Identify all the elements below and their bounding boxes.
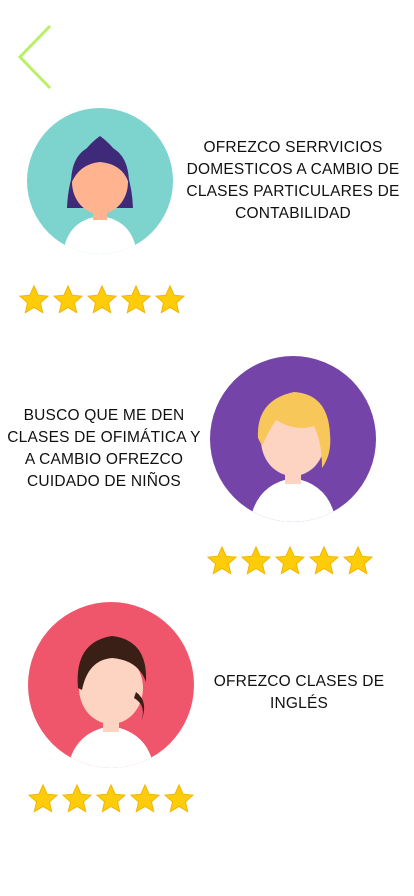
offer-description-2: BUSCO QUE ME DEN CLASES DE OFIMÁTICA Y A… bbox=[7, 407, 201, 490]
star-icon[interactable] bbox=[274, 545, 306, 577]
star-icon[interactable] bbox=[308, 545, 340, 577]
rating-stars-3[interactable] bbox=[27, 783, 195, 815]
offer-description-1: OFREZCO SERRVICIOS DOMESTICOS A CAMBIO D… bbox=[186, 139, 400, 222]
star-icon[interactable] bbox=[18, 284, 50, 316]
star-icon[interactable] bbox=[120, 284, 152, 316]
star-icon[interactable] bbox=[342, 545, 374, 577]
star-icon[interactable] bbox=[206, 545, 238, 577]
rating-stars-1[interactable] bbox=[18, 284, 186, 316]
star-icon[interactable] bbox=[52, 284, 84, 316]
star-icon[interactable] bbox=[61, 783, 93, 815]
star-icon[interactable] bbox=[86, 284, 118, 316]
star-icon[interactable] bbox=[129, 783, 161, 815]
avatar-woman-brown-hair bbox=[28, 602, 194, 768]
chevron-left-icon bbox=[17, 24, 52, 90]
avatar-woman-blonde-hair bbox=[210, 356, 376, 522]
offer-description-3: OFREZCO CLASES DE INGLÉS bbox=[213, 673, 385, 712]
back-button[interactable] bbox=[14, 22, 58, 92]
star-icon[interactable] bbox=[27, 783, 59, 815]
star-icon[interactable] bbox=[154, 284, 186, 316]
star-icon[interactable] bbox=[240, 545, 272, 577]
star-icon[interactable] bbox=[163, 783, 195, 815]
avatar-woman-dark-hair bbox=[27, 108, 173, 254]
star-icon[interactable] bbox=[95, 783, 127, 815]
rating-stars-2[interactable] bbox=[206, 545, 374, 577]
